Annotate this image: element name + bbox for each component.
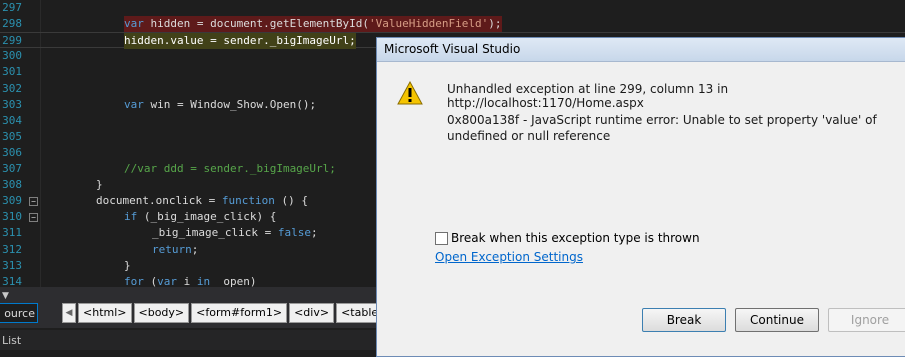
exception-dialog: Microsoft Visual Studio Unhandled except… xyxy=(376,37,905,357)
code-text: } xyxy=(124,258,131,272)
line-number: 298 xyxy=(2,17,22,31)
line-number: 300 xyxy=(2,49,22,63)
line-number: 305 xyxy=(2,129,22,143)
break-on-exception-checkbox[interactable] xyxy=(435,232,448,245)
code-text: var win = Window_Show.Open(); xyxy=(124,97,317,111)
code-text: } xyxy=(96,178,103,192)
tag-breadcrumb-item[interactable]: <body> xyxy=(133,303,190,323)
code-text: document.onclick = function () { xyxy=(96,194,308,208)
source-view-button[interactable]: ource xyxy=(0,303,38,323)
continue-button[interactable]: Continue xyxy=(735,308,819,332)
code-text: if (_big_image_click) { xyxy=(124,210,277,224)
dialog-titlebar[interactable]: Microsoft Visual Studio xyxy=(377,38,905,62)
tag-breadcrumb-item[interactable]: <form#form1> xyxy=(191,303,288,323)
code-line: 298 var hidden = document.getElementById(… xyxy=(0,16,905,33)
warning-icon xyxy=(397,81,423,105)
exception-location-text: Unhandled exception at line 299, column … xyxy=(447,82,729,110)
open-exception-settings-link[interactable]: Open Exception Settings xyxy=(435,250,583,264)
break-button[interactable]: Break xyxy=(642,308,726,332)
code-text: //var ddd = sender._bigImageUrl; xyxy=(124,162,336,175)
collapse-toggle-icon[interactable]: − xyxy=(29,213,38,223)
line-number: 302 xyxy=(2,81,22,95)
ignore-button[interactable]: Ignore xyxy=(828,308,905,332)
break-on-exception-label[interactable]: Break when this exception type is thrown xyxy=(451,231,700,245)
line-number: 304 xyxy=(2,113,22,127)
list-panel-label: List xyxy=(2,334,22,347)
code-text: _big_image_click = false; xyxy=(152,226,318,240)
dialog-title: Microsoft Visual Studio xyxy=(384,42,521,56)
code-line: 297 xyxy=(0,0,905,16)
scroll-left-icon[interactable]: ◀ xyxy=(62,303,76,323)
line-number: 301 xyxy=(2,65,22,79)
tag-breadcrumb-item[interactable]: <div> xyxy=(289,303,335,323)
line-number: 311 xyxy=(2,226,22,240)
line-number: 303 xyxy=(2,97,22,111)
collapse-toggle-icon[interactable]: − xyxy=(29,197,38,207)
tag-breadcrumb-item[interactable]: <html> xyxy=(78,303,132,323)
code-text: return; xyxy=(152,242,199,256)
code-text: hidden.value = sender._bigImageUrl; xyxy=(124,33,356,50)
tag-breadcrumb: ◀<html><body><form#form1><div><table><t xyxy=(62,303,418,323)
line-number: 299 xyxy=(2,34,22,48)
line-number: 312 xyxy=(2,242,22,256)
line-number: 297 xyxy=(2,1,22,14)
code-text: var hidden = document.getElementById('Va… xyxy=(124,16,502,33)
line-number: 307 xyxy=(2,162,22,175)
exception-message-text: 0x800a138f - JavaScript runtime error: U… xyxy=(447,113,877,143)
line-number: 309 xyxy=(2,194,22,208)
line-number: 308 xyxy=(2,178,22,192)
line-number: 313 xyxy=(2,258,22,272)
line-number: 310 xyxy=(2,210,22,224)
line-number: 306 xyxy=(2,145,22,159)
